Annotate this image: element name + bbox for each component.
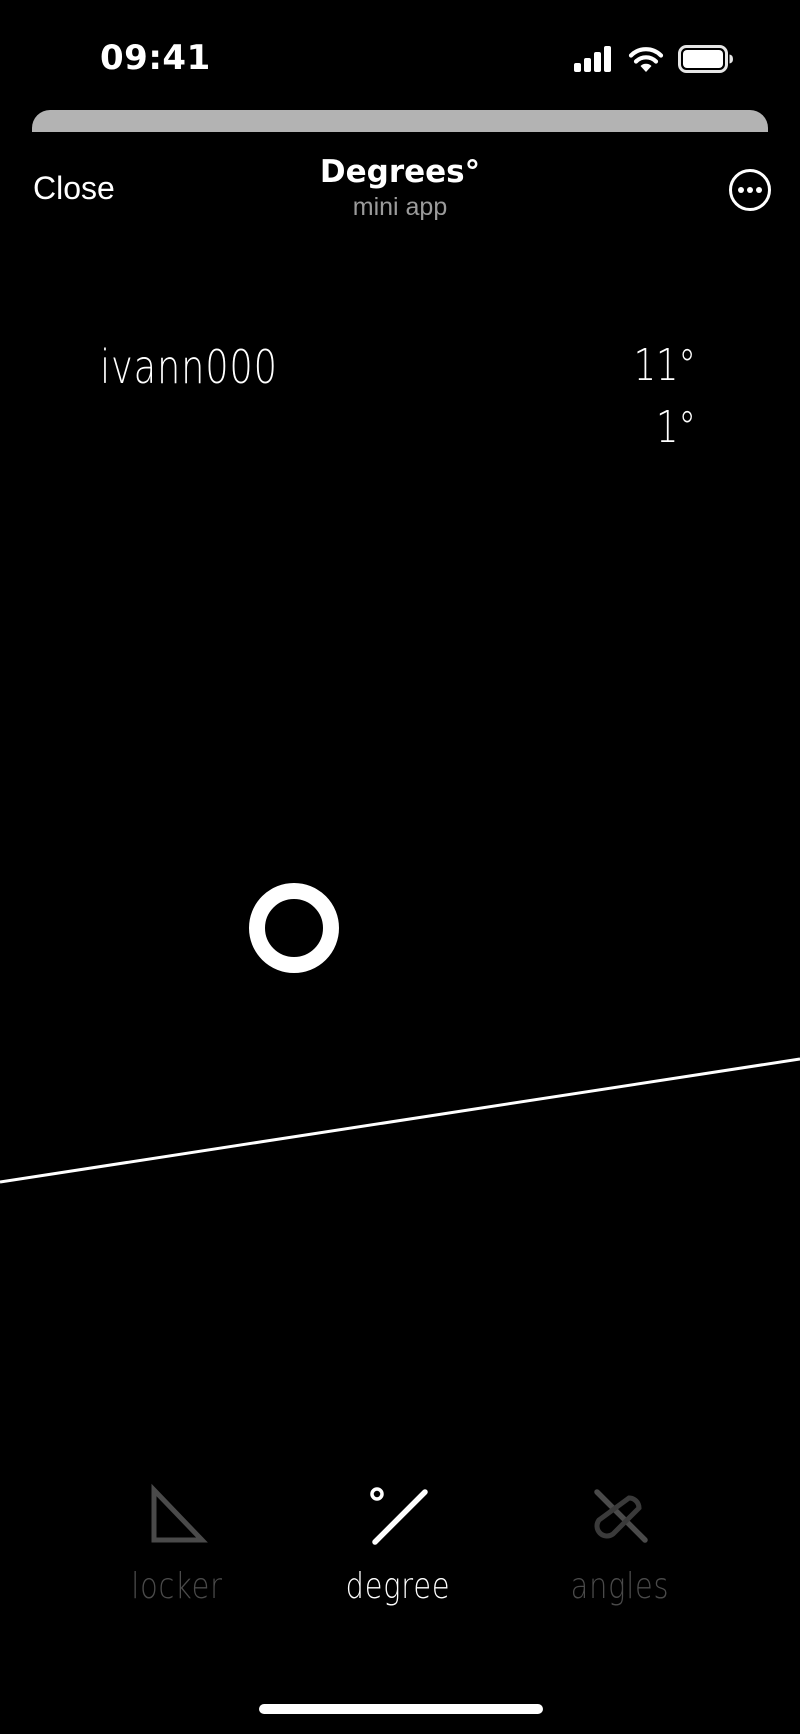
tab-angles[interactable]: angles xyxy=(520,1480,720,1620)
mini-app-header: Close Degrees° mini app xyxy=(0,140,800,240)
header-title-group: Degrees° mini app xyxy=(0,152,800,222)
wifi-icon xyxy=(628,46,664,72)
tab-bar: locker degree angles xyxy=(0,1480,800,1620)
degree-slash-icon xyxy=(370,1487,428,1545)
level-bubble[interactable] xyxy=(249,883,339,973)
app-subtitle: mini app xyxy=(352,193,448,221)
secondary-angle-readout: 1° xyxy=(656,402,696,453)
crossed-angles-icon xyxy=(594,1489,648,1543)
status-icons xyxy=(574,44,734,74)
cellular-signal-icon xyxy=(574,46,611,72)
tab-locker[interactable]: locker xyxy=(77,1480,277,1620)
more-options-button[interactable] xyxy=(728,168,772,212)
tab-degree-label: degree xyxy=(345,1566,451,1607)
level-line-canvas xyxy=(0,1057,800,1184)
level-line xyxy=(0,1057,800,1184)
tab-angles-label: angles xyxy=(570,1566,670,1607)
status-bar: 09:41 xyxy=(0,0,800,110)
tab-locker-label: locker xyxy=(131,1566,223,1607)
battery-icon xyxy=(678,45,733,73)
triangle-ruler-icon xyxy=(151,1483,208,1543)
more-horizontal-icon xyxy=(729,169,771,211)
tab-degree[interactable]: degree xyxy=(298,1480,498,1620)
status-time: 09:41 xyxy=(100,38,211,78)
primary-angle-readout: 11° xyxy=(633,340,696,391)
app-title: Degrees° xyxy=(319,154,481,190)
home-indicator[interactable] xyxy=(259,1704,543,1714)
username-label: ivann000 xyxy=(100,340,278,394)
sheet-top-edge xyxy=(32,110,768,132)
